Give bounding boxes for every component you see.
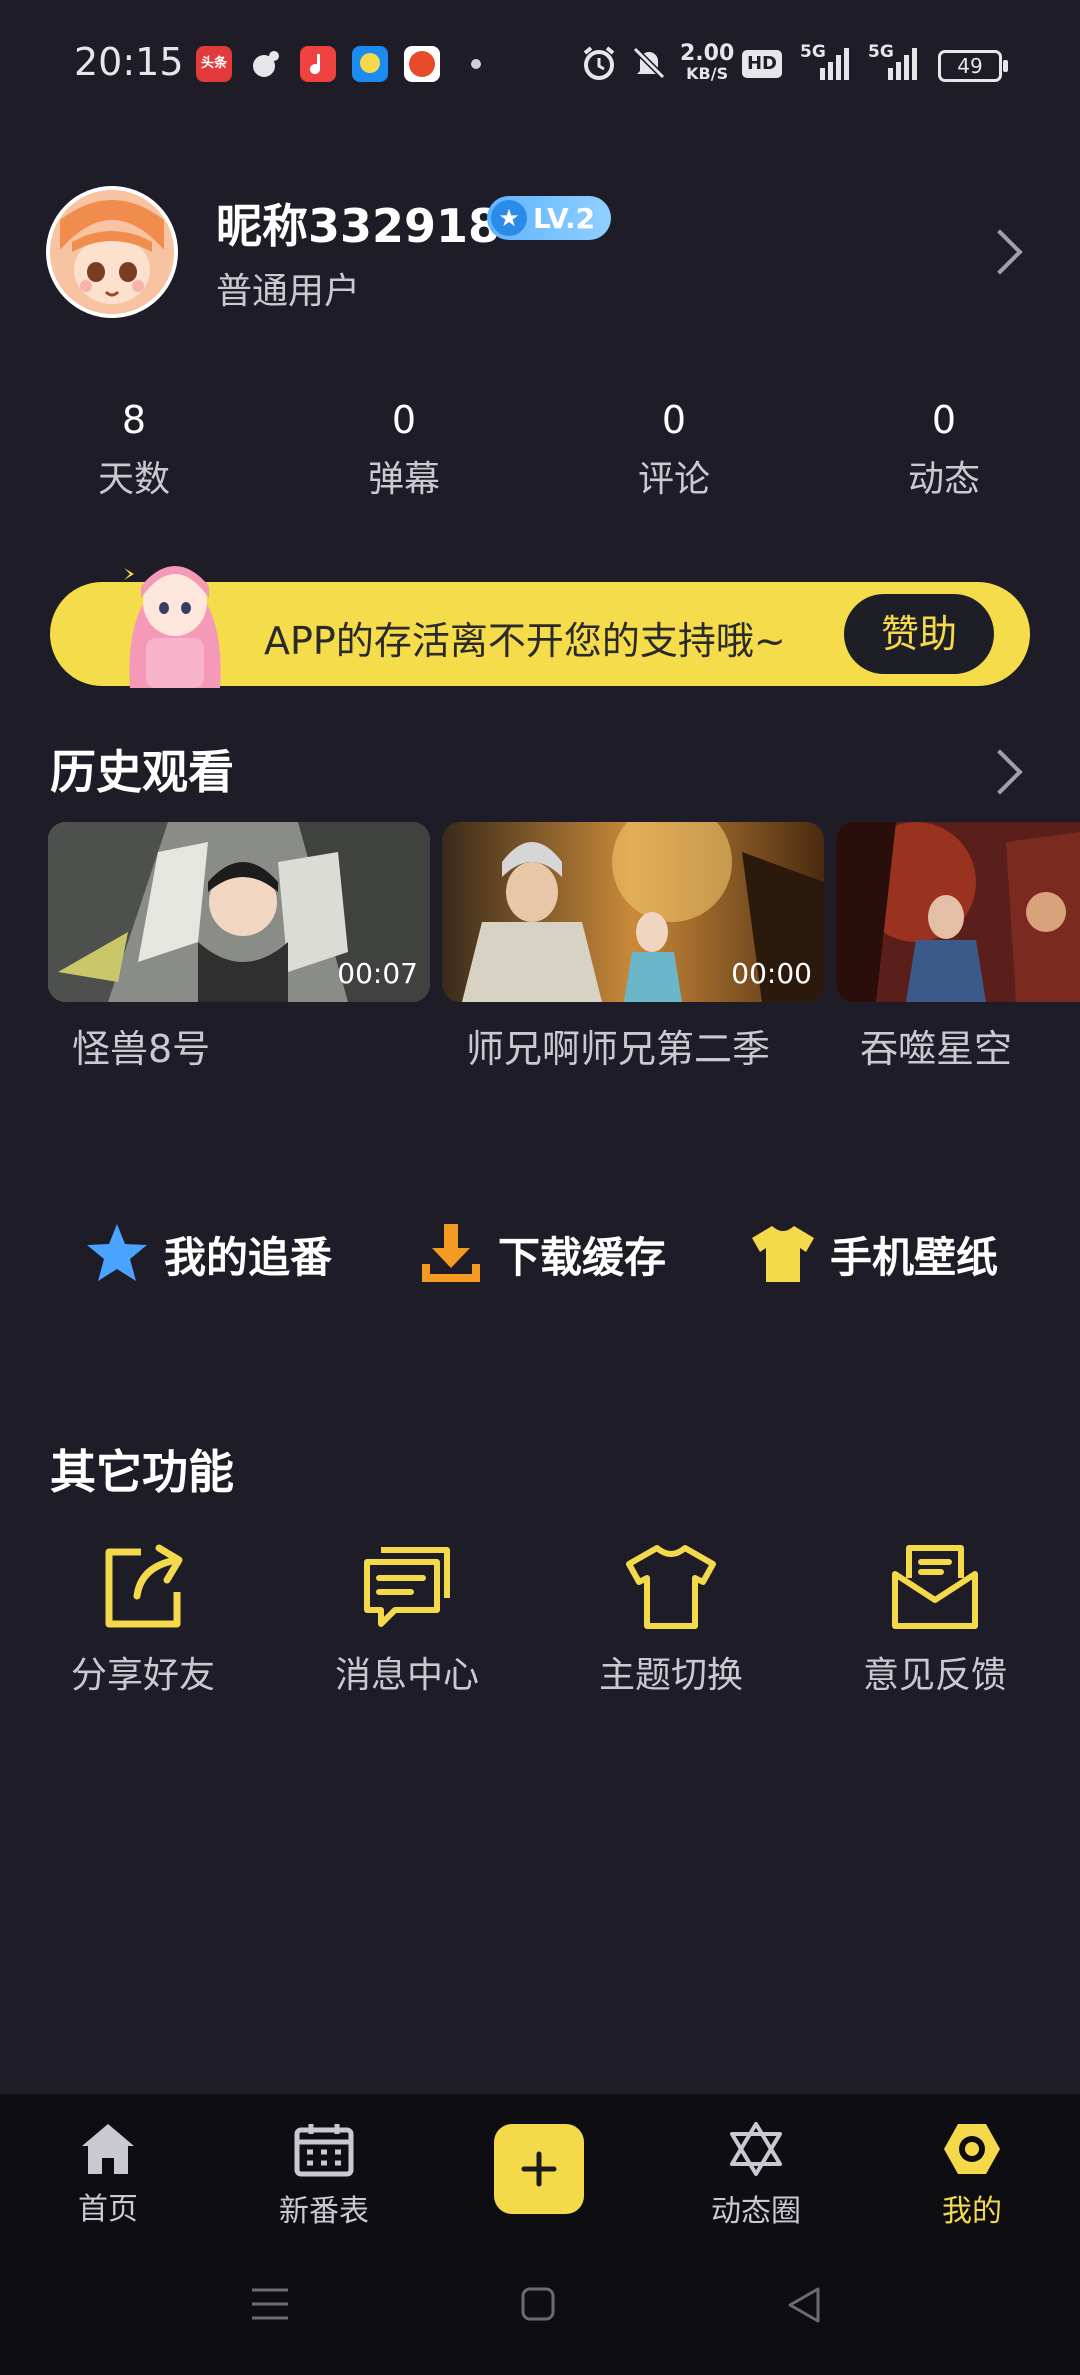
- mute-icon: [632, 46, 666, 80]
- download-cache-button[interactable]: 下载缓存: [418, 1216, 698, 1286]
- home-icon: [82, 2124, 134, 2174]
- avatar[interactable]: [46, 186, 178, 318]
- anime-girl-illustration: [124, 566, 221, 688]
- feedback-button[interactable]: 意见反馈: [850, 1540, 1020, 1698]
- history-title-2[interactable]: 师兄啊师兄第二季: [466, 1018, 770, 1073]
- function-label: 意见反馈: [862, 1655, 1007, 1696]
- hd-badge: HD: [742, 50, 782, 78]
- level-text: LV.2: [533, 202, 596, 235]
- stat-label: 弹幕: [367, 459, 440, 500]
- battery-indicator: 49: [938, 50, 1008, 82]
- toutiao-icon: 头条: [196, 46, 232, 82]
- history-title-3[interactable]: 吞噬星空: [860, 1018, 1012, 1073]
- message-center-button[interactable]: 消息中心: [322, 1540, 492, 1698]
- nav-label: 我的: [942, 2194, 1002, 2229]
- menu-system-icon[interactable]: [250, 2286, 290, 2322]
- quick-action-label: 下载缓存: [498, 1233, 667, 1282]
- nav-community[interactable]: 动态圈: [676, 2120, 836, 2230]
- stat-value: 0: [931, 398, 957, 442]
- profile-chevron-right-icon[interactable]: [977, 229, 1023, 275]
- star-icon: [87, 1224, 147, 1281]
- other-functions-title: 其它功能: [50, 1445, 234, 1499]
- weibo-icon: [248, 46, 284, 82]
- level-badge: ★ LV.2: [487, 196, 611, 240]
- plus-icon: [521, 2151, 557, 2187]
- back-system-icon[interactable]: [786, 2286, 822, 2324]
- stat-value: 0: [391, 398, 417, 442]
- status-bar: 20:15 头条 2.00 KB/S HD 5G 5G 49: [0, 0, 1080, 130]
- nav-label: 首页: [78, 2192, 138, 2227]
- function-label: 主题切换: [598, 1655, 743, 1696]
- stat-comments[interactable]: 0 评论: [594, 398, 754, 502]
- tshirt-outline-icon: [626, 1545, 716, 1629]
- function-label: 消息中心: [334, 1655, 479, 1696]
- shop-app-icon: [404, 46, 440, 82]
- nav-schedule[interactable]: 新番表: [244, 2120, 404, 2230]
- message-icon: [364, 1547, 450, 1627]
- sponsor-button[interactable]: 赞助: [844, 594, 994, 674]
- support-banner[interactable]: APP的存活离不开您的支持哦~ 赞助: [50, 566, 1030, 688]
- home-system-icon[interactable]: [520, 2286, 556, 2322]
- share-icon: [105, 1544, 183, 1628]
- level-star-icon: ★: [491, 200, 527, 236]
- history-duration: 00:07: [337, 957, 418, 990]
- history-chevron-right-icon[interactable]: [977, 749, 1023, 795]
- profile-icon: [944, 2124, 1000, 2174]
- history-title-1[interactable]: 怪兽8号: [72, 1018, 210, 1073]
- history-section-title: 历史观看: [50, 745, 234, 799]
- banner-text: APP的存活离不开您的支持哦~: [264, 619, 786, 663]
- more-notifications-dot: [471, 59, 481, 69]
- nav-home[interactable]: 首页: [28, 2120, 188, 2228]
- nickname[interactable]: 昵称332918: [216, 190, 500, 256]
- stat-days[interactable]: 8 天数: [54, 398, 214, 502]
- signal-bars-2-icon: [888, 48, 917, 80]
- user-type: 普通用户: [216, 271, 361, 312]
- download-icon: [422, 1224, 480, 1282]
- nav-me[interactable]: 我的: [892, 2120, 1052, 2230]
- stat-value: 8: [121, 398, 147, 442]
- alarm-icon: [583, 46, 615, 80]
- share-friends-button[interactable]: 分享好友: [58, 1540, 228, 1698]
- function-label: 分享好友: [70, 1655, 215, 1696]
- theme-switch-button[interactable]: 主题切换: [586, 1540, 756, 1698]
- calendar-icon: [294, 2124, 354, 2177]
- stat-label: 评论: [637, 459, 710, 500]
- nav-label: 新番表: [279, 2194, 369, 2229]
- my-follows-button[interactable]: 我的追番: [84, 1216, 364, 1286]
- wallpaper-button[interactable]: 手机壁纸: [750, 1216, 1030, 1286]
- bottom-nav: 首页 新番表 动态圈 我的: [0, 2094, 1080, 2375]
- status-time: 20:15: [74, 40, 184, 84]
- stat-value: 0: [661, 398, 687, 442]
- nav-label: 动态圈: [711, 2194, 801, 2229]
- stat-label: 动态: [907, 459, 980, 500]
- add-button[interactable]: [494, 2124, 584, 2214]
- signal-bars-icon: [820, 48, 849, 80]
- history-duration: 00:00: [731, 957, 812, 990]
- history-thumbnail-2[interactable]: 00:00: [442, 822, 824, 1002]
- stat-posts[interactable]: 0 动态: [864, 398, 1024, 502]
- network-speed: 2.00 KB/S: [680, 41, 735, 84]
- chat-app-icon: [352, 46, 388, 82]
- quick-action-label: 我的追番: [164, 1233, 333, 1282]
- stat-danmaku[interactable]: 0 弹幕: [324, 398, 484, 502]
- quick-action-label: 手机壁纸: [830, 1233, 999, 1282]
- history-thumbnail-3[interactable]: [836, 822, 1080, 1002]
- history-thumbnail-1[interactable]: 00:07: [48, 822, 430, 1002]
- mail-icon: [892, 1545, 978, 1629]
- stat-label: 天数: [97, 459, 170, 500]
- tshirt-icon: [752, 1226, 814, 1282]
- hexagram-icon: [730, 2122, 782, 2176]
- music-app-icon: [300, 46, 336, 82]
